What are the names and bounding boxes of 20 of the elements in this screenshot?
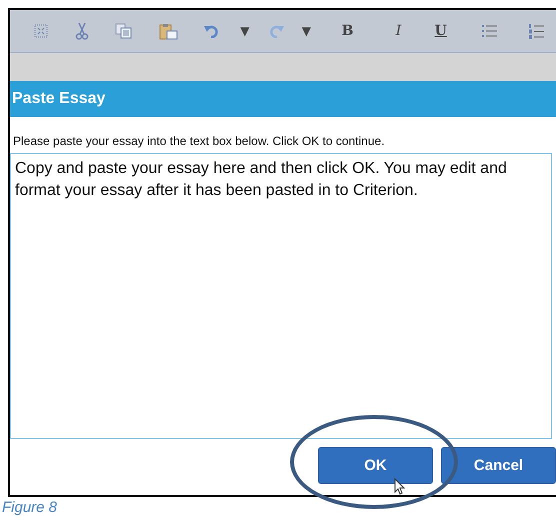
select-all-icon — [34, 24, 48, 38]
copy-icon — [115, 23, 132, 39]
undo-icon — [204, 24, 220, 38]
scissors-icon — [74, 22, 89, 40]
ok-button[interactable]: OK — [318, 447, 433, 484]
cancel-button[interactable]: Cancel — [441, 447, 556, 484]
italic-button[interactable]: I — [377, 16, 420, 46]
dialog-title: Paste Essay — [10, 81, 556, 117]
bulleted-list-icon — [482, 24, 498, 38]
instruction-text: Please paste your essay into the text box below. Click OK to continue. — [13, 134, 386, 148]
essay-input-field[interactable]: Copy and paste your essay here and then click OK. You may edit and format your essay after it has been pasted in to Criterion. — [10, 153, 552, 439]
dropdown-button[interactable]: ▼ — [294, 16, 318, 46]
mouse-pointer-icon — [394, 478, 406, 495]
underline-button[interactable]: U — [420, 16, 462, 46]
redo-icon — [268, 24, 284, 38]
numbered-list-icon — [529, 24, 544, 38]
dropdown-button[interactable]: ▼ — [233, 16, 256, 46]
bold-button[interactable]: B — [318, 16, 378, 46]
clipboard-icon — [158, 22, 178, 40]
figure-caption: Figure 8 — [2, 499, 58, 516]
